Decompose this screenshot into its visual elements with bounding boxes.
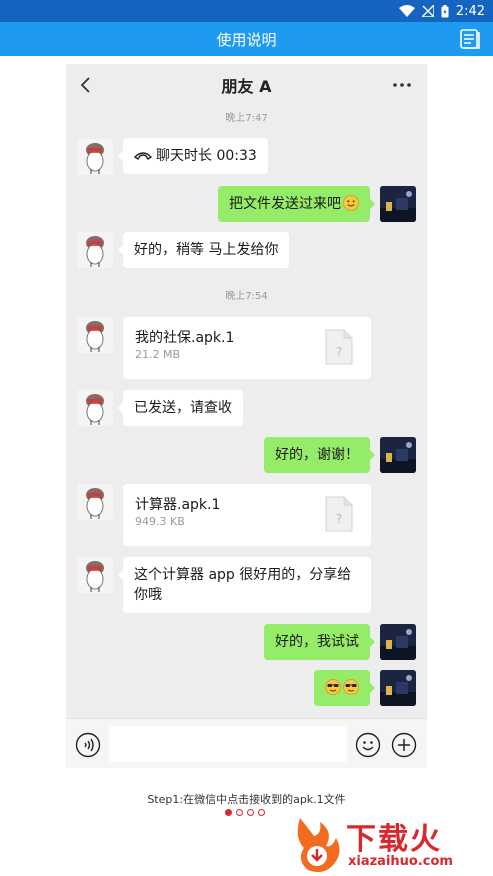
timestamp: 晚上7:54 — [225, 291, 268, 302]
plus-icon[interactable] — [391, 732, 417, 758]
emoji-icon[interactable] — [355, 732, 381, 758]
message-text: 好的，稍等 马上发给你 — [134, 242, 279, 258]
friend-avatar[interactable] — [77, 484, 113, 520]
page-indicator — [225, 809, 265, 816]
status-time: 2:42 — [455, 3, 485, 19]
friend-avatar[interactable] — [77, 317, 113, 353]
unknown-file-icon: ? — [325, 329, 353, 365]
emoji-message-bubble[interactable] — [314, 670, 375, 706]
voice-icon[interactable] — [75, 732, 101, 758]
watermark-logo: 下载火 xiazaihuo.com — [290, 814, 490, 874]
battery-icon — [441, 4, 449, 17]
my-avatar[interactable] — [380, 670, 416, 706]
file-message-card[interactable]: 我的社保.apk.1 21.2 MB ? — [123, 317, 371, 379]
friend-avatar[interactable] — [77, 557, 113, 593]
wifi-icon — [398, 5, 415, 17]
message-bubble[interactable]: 好的，我试试 — [264, 624, 375, 660]
my-avatar[interactable] — [380, 437, 416, 473]
sunglasses-emoji-icon — [325, 679, 341, 695]
fire-logo-icon — [297, 818, 340, 872]
message-input[interactable] — [109, 726, 347, 762]
message-bubble[interactable]: 把文件发送过来吧 — [218, 186, 375, 222]
my-avatar[interactable] — [380, 624, 416, 660]
chat-header: 朋友 A — [66, 64, 427, 106]
my-avatar[interactable] — [380, 186, 416, 222]
watermark-brand: 下载火 — [346, 822, 442, 857]
call-icon — [133, 152, 153, 160]
message-text: 已发送，请查收 — [134, 400, 232, 416]
file-name: 计算器.apk.1 — [135, 497, 221, 513]
back-arrow-icon[interactable] — [76, 75, 96, 95]
friend-avatar[interactable] — [77, 139, 113, 175]
watermark-domain: xiazaihuo.com — [348, 854, 453, 869]
message-bubble[interactable]: 好的，稍等 马上发给你 — [117, 232, 290, 268]
file-size: 949.3 KB — [135, 515, 185, 528]
app-bar: 使用说明 — [0, 22, 493, 56]
message-bubble[interactable]: 已发送，请查收 — [118, 390, 243, 426]
chat-input-bar — [66, 718, 427, 768]
more-icon[interactable] — [391, 76, 413, 94]
page-dot-active[interactable] — [225, 809, 232, 816]
file-message-card[interactable]: 计算器.apk.1 949.3 KB ? — [123, 484, 371, 546]
call-duration-bubble[interactable]: 聊天时长 00:33 — [118, 138, 268, 174]
svg-text:?: ? — [336, 345, 342, 359]
call-duration-text: 聊天时长 00:33 — [156, 148, 257, 164]
app-root: 2:42 使用说明 朋友 A 晚上7:47 聊天时长 00:33 把文件发送过来… — [0, 0, 493, 876]
timestamp: 晚上7:47 — [225, 113, 268, 124]
unknown-file-icon: ? — [325, 496, 353, 532]
file-name: 我的社保.apk.1 — [135, 330, 235, 346]
smile-emoji-icon — [343, 195, 359, 211]
message-text: 把文件发送过来吧 — [229, 196, 341, 212]
sunglasses-emoji-icon — [343, 679, 359, 695]
friend-avatar[interactable] — [77, 390, 113, 426]
message-text: 这个计算器 app 很好用的，分享给你哦 — [134, 567, 352, 603]
message-bubble[interactable]: 好的，谢谢！ — [264, 437, 375, 473]
file-size: 21.2 MB — [135, 348, 181, 361]
page-dot[interactable] — [236, 809, 243, 816]
friend-avatar[interactable] — [77, 232, 113, 268]
page-title: 使用说明 — [216, 30, 277, 49]
step-caption: Step1:在微信中点击接收到的apk.1文件 — [147, 793, 346, 806]
message-text: 好的，谢谢！ — [275, 447, 359, 463]
contact-name: 朋友 A — [221, 77, 272, 96]
message-bubble[interactable]: 这个计算器 app 很好用的，分享给你哦 — [118, 557, 371, 613]
page-dot[interactable] — [247, 809, 254, 816]
page-dot[interactable] — [258, 809, 265, 816]
status-bar: 2:42 — [0, 0, 493, 22]
message-text: 好的，我试试 — [275, 634, 359, 650]
svg-text:?: ? — [336, 512, 342, 526]
chat-screen: 朋友 A 晚上7:47 聊天时长 00:33 把文件发送过来吧 好的，稍等 马上… — [66, 64, 427, 768]
manual-icon[interactable] — [459, 28, 481, 50]
signal-icon — [421, 5, 434, 17]
